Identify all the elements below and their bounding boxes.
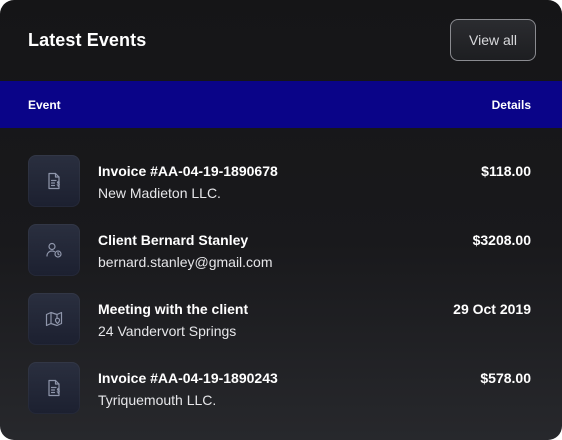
client-icon — [28, 224, 80, 276]
card-header: Latest Events View all — [0, 0, 562, 81]
table-header: Event Details — [0, 81, 562, 128]
event-title: Invoice #AA-04-19-1890243 — [98, 370, 278, 386]
event-row[interactable]: Invoice #AA-04-19-1890678 New Madieton L… — [0, 155, 562, 223]
invoice-icon — [28, 362, 80, 414]
event-detail: 29 Oct 2019 — [453, 301, 531, 317]
event-subtitle: New Madieton LLC. — [98, 185, 221, 201]
event-row[interactable]: Invoice #AA-04-19-1890243 Tyriquemouth L… — [0, 362, 562, 430]
map-icon — [28, 293, 80, 345]
column-header-details: Details — [491, 98, 531, 112]
event-row[interactable]: Meeting with the client 24 Vandervort Sp… — [0, 293, 562, 361]
latest-events-card: Latest Events View all Event Details Inv… — [0, 0, 562, 440]
event-subtitle: Tyriquemouth LLC. — [98, 392, 217, 408]
event-subtitle: 24 Vandervort Springs — [98, 323, 237, 339]
event-row[interactable]: Client Bernard Stanley bernard.stanley@g… — [0, 224, 562, 292]
event-detail: $118.00 — [481, 163, 531, 179]
event-title: Meeting with the client — [98, 301, 249, 317]
event-title: Invoice #AA-04-19-1890678 — [98, 163, 278, 179]
column-header-event: Event — [28, 98, 61, 112]
invoice-icon — [28, 155, 80, 207]
view-all-button[interactable]: View all — [450, 19, 536, 61]
event-title: Client Bernard Stanley — [98, 232, 249, 248]
event-subtitle: bernard.stanley@gmail.com — [98, 254, 273, 270]
card-title: Latest Events — [28, 30, 147, 50]
event-detail: $578.00 — [480, 370, 531, 386]
event-detail: $3208.00 — [472, 232, 531, 248]
